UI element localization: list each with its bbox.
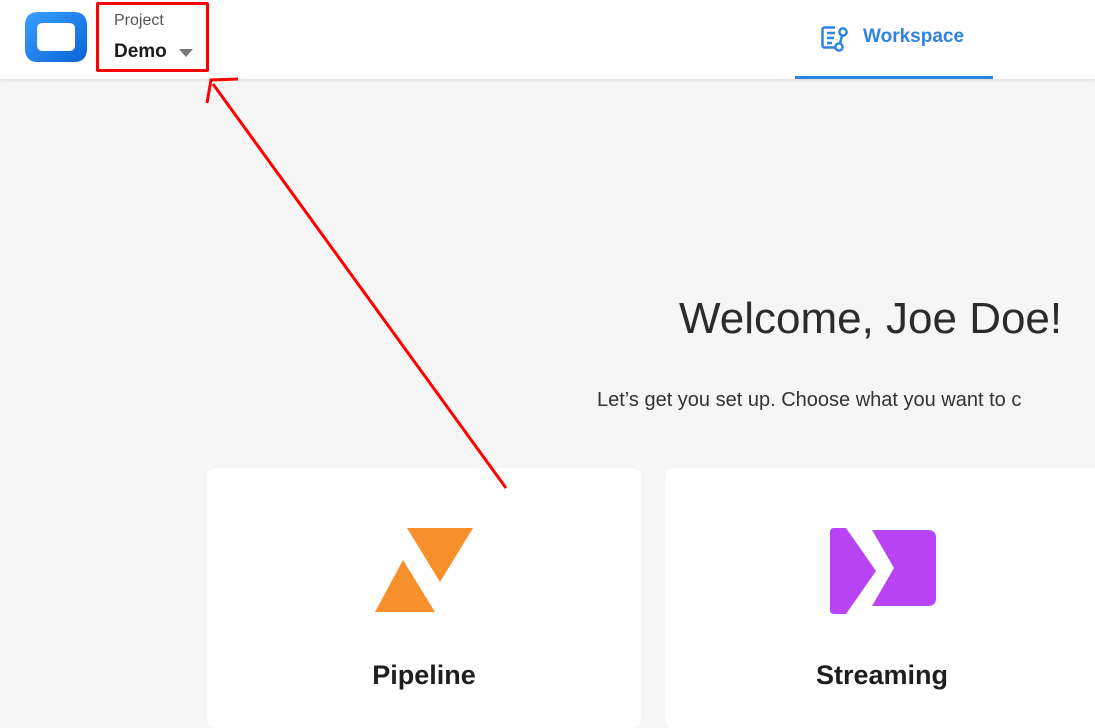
streaming-logo-icon [830,528,936,614]
streaming-card[interactable]: Streaming [665,468,1095,728]
workspace-icon [821,26,849,52]
caret-down-icon[interactable] [179,49,193,57]
welcome-heading: Welcome, Joe Doe! [679,294,1063,343]
pipeline-logo-icon [375,528,473,612]
project-label: Project [114,12,164,29]
active-tab-indicator [795,76,993,79]
project-name[interactable]: Demo [114,41,167,63]
pipeline-card-title: Pipeline [372,660,476,690]
tab-workspace[interactable]: Workspace [795,0,993,79]
welcome-subtitle: Let’s get you set up. Choose what you wa… [597,389,1022,411]
tab-workspace-label: Workspace [863,26,965,47]
pipeline-card[interactable]: Pipeline [207,468,641,728]
streaming-card-title: Streaming [815,660,949,690]
top-navigation-bar: Project Demo Workspace [0,0,1095,79]
app-logo-icon[interactable] [24,10,88,64]
project-switcher[interactable]: Project Demo [114,10,209,70]
